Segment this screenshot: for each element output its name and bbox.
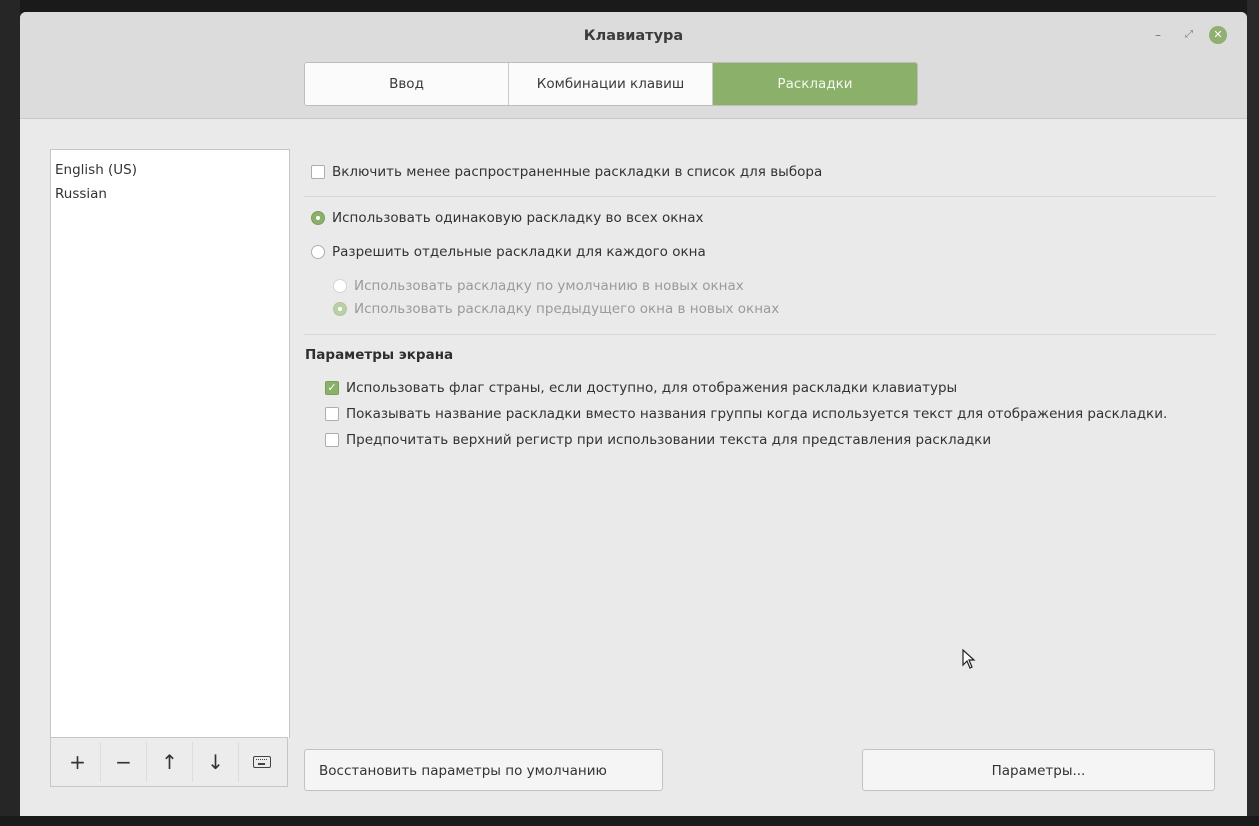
same-layout-label: Использовать одинаковую раскладку во все… [332, 210, 704, 226]
tab-layouts[interactable]: Раскладки [713, 63, 917, 105]
include-less-common-checkbox[interactable] [311, 165, 325, 179]
desktop-background-right [1247, 0, 1259, 826]
layouts-panel: English (US) Russian + − ↑ ↓ Включить ме… [20, 119, 1247, 816]
display-section-title: Параметры экрана [305, 347, 454, 363]
show-layout-name-label: Показывать название раскладки вместо наз… [346, 406, 1168, 422]
show-layout-name-option[interactable]: Показывать название раскладки вместо наз… [325, 406, 1167, 422]
layout-list[interactable]: English (US) Russian [50, 149, 290, 738]
same-layout-option[interactable]: Использовать одинаковую раскладку во все… [311, 210, 704, 226]
layout-list-item[interactable]: English (US) [51, 155, 289, 179]
previous-in-new-label: Использовать раскладку предыдущего окна … [354, 301, 780, 317]
separator [304, 334, 1216, 335]
desktop-background [0, 0, 1259, 12]
previous-in-new-option: Использовать раскладку предыдущего окна … [333, 301, 779, 317]
layout-list-toolbar: + − ↑ ↓ [50, 737, 288, 787]
maximize-icon[interactable]: ⤢ [1180, 26, 1198, 44]
parameters-button[interactable]: Параметры... [862, 749, 1215, 791]
close-icon[interactable]: ✕ [1209, 26, 1227, 44]
use-flag-option[interactable]: ✓ Использовать флаг страны, если доступн… [325, 380, 957, 396]
move-up-button[interactable]: ↑ [147, 742, 193, 782]
move-down-button[interactable]: ↓ [193, 742, 239, 782]
previous-in-new-radio [333, 302, 347, 316]
use-flag-checkbox[interactable]: ✓ [325, 381, 339, 395]
tab-input[interactable]: Ввод [305, 63, 509, 105]
show-layout-name-checkbox[interactable] [325, 407, 339, 421]
use-flag-label: Использовать флаг страны, если доступно,… [346, 380, 958, 396]
default-in-new-radio [333, 279, 347, 293]
remove-layout-button[interactable]: − [101, 742, 147, 782]
separator [304, 196, 1216, 197]
default-in-new-option: Использовать раскладку по умолчанию в но… [333, 278, 744, 294]
reset-defaults-button[interactable]: Восстановить параметры по умолчанию [304, 749, 663, 791]
mouse-pointer-icon [962, 649, 976, 669]
prefer-uppercase-checkbox[interactable] [325, 433, 339, 447]
layout-list-item[interactable]: Russian [51, 179, 289, 203]
include-less-common-option[interactable]: Включить менее распространенные раскладк… [311, 164, 822, 180]
separate-layouts-option[interactable]: Разрешить отдельные раскладки для каждог… [311, 244, 706, 260]
layout-settings: Включить менее распространенные раскладк… [304, 119, 1224, 816]
default-in-new-label: Использовать раскладку по умолчанию в но… [354, 278, 744, 294]
window-titlebar[interactable]: Клавиатура – ⤢ ✕ Ввод Комбинации клавиш … [20, 12, 1247, 119]
add-layout-button[interactable]: + [55, 742, 101, 782]
keyboard-settings-window: Клавиатура – ⤢ ✕ Ввод Комбинации клавиш … [20, 12, 1247, 816]
prefer-uppercase-label: Предпочитать верхний регистр при использ… [346, 432, 992, 448]
separate-layouts-label: Разрешить отдельные раскладки для каждог… [332, 244, 706, 260]
minimize-icon[interactable]: – [1149, 26, 1167, 44]
tab-shortcuts[interactable]: Комбинации клавиш [509, 63, 713, 105]
tab-bar: Ввод Комбинации клавиш Раскладки [304, 62, 918, 106]
window-title: Клавиатура [583, 28, 684, 44]
include-less-common-label: Включить менее распространенные раскладк… [332, 164, 823, 180]
show-layout-button[interactable] [239, 742, 285, 782]
desktop-background-left [0, 0, 20, 826]
prefer-uppercase-option[interactable]: Предпочитать верхний регистр при использ… [325, 432, 991, 448]
keyboard-icon [253, 756, 271, 768]
same-layout-radio[interactable] [311, 211, 325, 225]
desktop-background-bottom [0, 816, 1259, 826]
separate-layouts-radio[interactable] [311, 245, 325, 259]
